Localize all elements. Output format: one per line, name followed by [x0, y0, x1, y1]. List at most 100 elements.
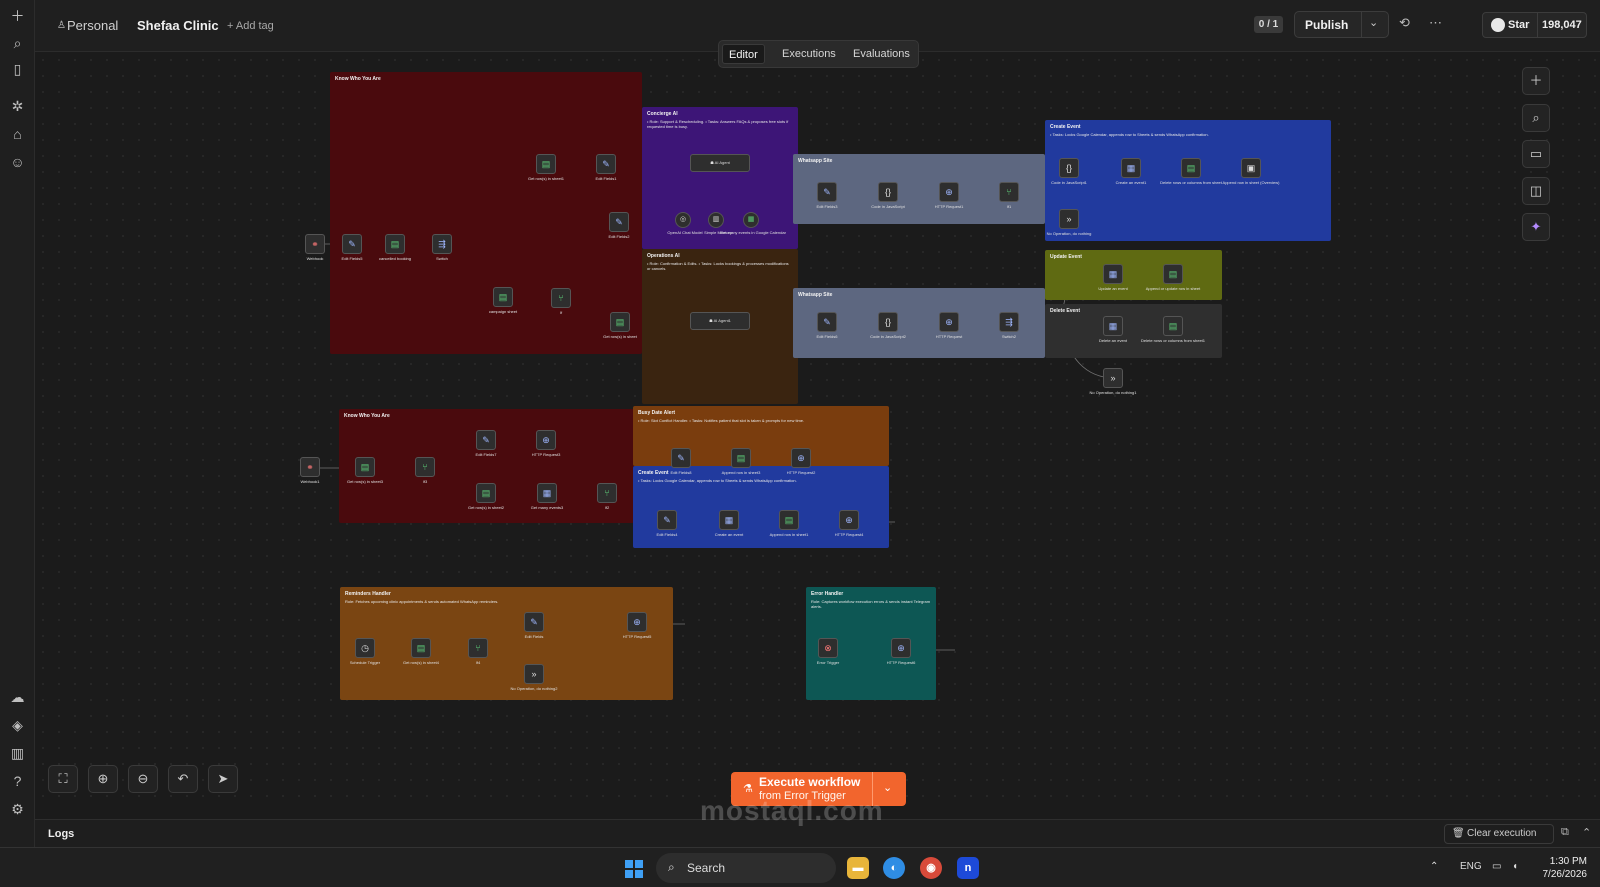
node-http-request2[interactable]: ⊕ — [791, 448, 811, 468]
workflow-canvas[interactable]: Know Who You Are Concierge AI • Role: Supp… — [35, 52, 1600, 807]
help-icon[interactable]: ? — [8, 772, 27, 791]
chevron-down-icon[interactable]: ⌄ — [883, 781, 892, 794]
chevron-up-icon[interactable]: ⌃ — [1430, 861, 1438, 872]
node-if1[interactable]: ⑂ — [999, 182, 1019, 202]
node-edit-fields[interactable]: ✎ — [524, 612, 544, 632]
node-edit-fields1[interactable]: ✎ — [596, 154, 616, 174]
node-if3[interactable]: ⑂ — [415, 457, 435, 477]
browser-app-icon[interactable]: ◐ — [883, 857, 905, 879]
history-icon[interactable]: ⟲ — [1399, 15, 1410, 31]
node-append-row-in-sheet-overview[interactable]: ▣ — [1241, 158, 1261, 178]
node-get-row-s-in-sheet2[interactable]: ▤ — [476, 483, 496, 503]
node-edit-fields6[interactable]: ✎ — [817, 312, 837, 332]
node-append-or-update-row-in-sheet[interactable]: ▤ — [1163, 264, 1183, 284]
chrome-icon[interactable]: ◉ — [920, 857, 942, 879]
node-webhook[interactable]: ⚭ — [305, 234, 325, 254]
plus-icon[interactable]: ＋ — [8, 7, 27, 26]
node-cancelled-booking[interactable]: ▤ — [385, 234, 405, 254]
node-get-row-s-in-sheet1[interactable]: ▤ — [536, 154, 556, 174]
node-no-operation-do-nothing2[interactable]: » — [524, 664, 544, 684]
node-edit-fields2[interactable]: ✎ — [609, 212, 629, 232]
node-edit-fields7[interactable]: ✎ — [476, 430, 496, 450]
ai-assistant-button[interactable]: ✦ — [1522, 213, 1550, 241]
volume-icon[interactable]: ◖ — [1512, 861, 1518, 872]
sticky-note-concierge[interactable]: Concierge AI • Role: Support & Rescheduli… — [642, 107, 798, 249]
node-create-an-event[interactable]: ▦ — [719, 510, 739, 530]
sticky-note-reminders[interactable]: Reminders Handler Role: Fetches upcoming … — [340, 587, 673, 700]
node-delete-an-event[interactable]: ▦ — [1103, 316, 1123, 336]
node-no-operation-do-nothing1[interactable]: » — [1103, 368, 1123, 388]
node-http-request3[interactable]: ⊕ — [536, 430, 556, 450]
panel-icon[interactable]: ▯ — [8, 60, 27, 79]
language-indicator[interactable]: ENG — [1460, 861, 1482, 872]
breadcrumb-owner[interactable]: Personal — [67, 18, 118, 33]
node-webhook1[interactable]: ⚭ — [300, 457, 320, 477]
node-code-in-javascript1[interactable]: {} — [1059, 158, 1079, 178]
popout-icon[interactable]: ⧉ — [1561, 826, 1569, 839]
home-icon[interactable]: ⌂ — [8, 125, 27, 144]
file-explorer-icon[interactable]: ▬ — [847, 857, 869, 879]
node-delete-rows-or-columns-from-sheet1[interactable]: ▤ — [1163, 316, 1183, 336]
publish-button[interactable]: Publish — [1305, 18, 1348, 32]
node-simple-memory[interactable]: ▥ — [708, 212, 724, 228]
cloud-icon[interactable]: ☁ — [8, 688, 27, 707]
search-icon[interactable]: ⌕ — [8, 34, 27, 53]
node-get-many-events3[interactable]: ▦ — [537, 483, 557, 503]
windows-start-icon[interactable] — [625, 860, 643, 878]
add-node-button[interactable]: ＋ — [1522, 67, 1550, 95]
clear-execution-button[interactable]: 🗑 Clear execution — [1444, 824, 1554, 844]
node-delete-rows-or-columns-from-sheet[interactable]: ▤ — [1181, 158, 1201, 178]
chevron-down-icon[interactable]: ⌄ — [1369, 16, 1378, 29]
user-icon[interactable]: ☺ — [8, 153, 27, 172]
node-create-an-event1[interactable]: ▦ — [1121, 158, 1141, 178]
node-no-operation-do-nothing[interactable]: » — [1059, 209, 1079, 229]
node-code-in-javascript[interactable]: {} — [878, 182, 898, 202]
node-http-request4[interactable]: ⊕ — [839, 510, 859, 530]
tab-editor[interactable]: Editor — [722, 44, 765, 64]
node-edit-fields3[interactable]: ✎ — [817, 182, 837, 202]
fit-view-button[interactable]: ⛶ — [48, 765, 78, 793]
node-get-row-s-in-sheet[interactable]: ▤ — [610, 312, 630, 332]
node-if[interactable]: ⑂ — [551, 288, 571, 308]
zoom-in-button[interactable]: ⊕ — [88, 765, 118, 793]
node-ai-agent[interactable]: ☗ AI Agent — [690, 154, 750, 172]
undo-button[interactable]: ↶ — [168, 765, 198, 793]
node-campaign-sheet[interactable]: ▤ — [493, 287, 513, 307]
node-edit-fields5[interactable]: ✎ — [342, 234, 362, 254]
node-get-row-s-in-sheet3[interactable]: ▤ — [355, 457, 375, 477]
more-options-icon[interactable]: ⋯ — [1429, 15, 1442, 31]
tab-evaluations[interactable]: Evaluations — [847, 44, 916, 64]
node-if4[interactable]: ⑂ — [468, 638, 488, 658]
node-http-request6[interactable]: ⊕ — [891, 638, 911, 658]
node-append-row-in-sheet3[interactable]: ▤ — [731, 448, 751, 468]
taskbar-search[interactable]: ⌕ Search — [656, 853, 836, 883]
node-switch[interactable]: ⇶ — [432, 234, 452, 254]
tidy-up-button[interactable]: ➤ — [208, 765, 238, 793]
node-get-many-events-in-google-calendar[interactable]: ▦ — [743, 212, 759, 228]
node-edit-fields8[interactable]: ✎ — [671, 448, 691, 468]
node-http-request[interactable]: ⊕ — [939, 312, 959, 332]
sticky-note-delete[interactable]: Delete Event — [1045, 304, 1222, 358]
github-star-button[interactable]: Star 198,047 — [1482, 12, 1587, 38]
node-error-trigger[interactable]: ⊗ — [818, 638, 838, 658]
toggle-panel-button[interactable]: ◫ — [1522, 177, 1550, 205]
node-switch2[interactable]: ⇶ — [999, 312, 1019, 332]
clock[interactable]: 1:30 PM 7/26/2026 — [1537, 855, 1588, 881]
settings-icon[interactable]: ⚙ — [8, 800, 27, 819]
monitor-icon[interactable]: ▭ — [1492, 861, 1501, 872]
chart-icon[interactable]: ▥ — [8, 744, 27, 763]
sticky-note-button[interactable]: ▭ — [1522, 140, 1550, 168]
node-openai-chat-model[interactable]: ◎ — [675, 212, 691, 228]
sticky-note-update[interactable]: Update Event — [1045, 250, 1222, 300]
node-append-row-in-sheet1[interactable]: ▤ — [779, 510, 799, 530]
add-tag-button[interactable]: + Add tag — [227, 20, 274, 32]
layers-icon[interactable]: ◈ — [8, 716, 27, 735]
node-get-row-s-in-sheet4[interactable]: ▤ — [411, 638, 431, 658]
node-edit-fields4[interactable]: ✎ — [657, 510, 677, 530]
node-http-request1[interactable]: ⊕ — [939, 182, 959, 202]
search-nodes-button[interactable]: ⌕ — [1522, 104, 1550, 132]
n-app-icon[interactable]: n — [957, 857, 979, 879]
node-update-an-event[interactable]: ▦ — [1103, 264, 1123, 284]
chevron-up-icon[interactable]: ⌃ — [1582, 826, 1591, 839]
workflow-name[interactable]: Shefaa Clinic — [137, 18, 219, 33]
